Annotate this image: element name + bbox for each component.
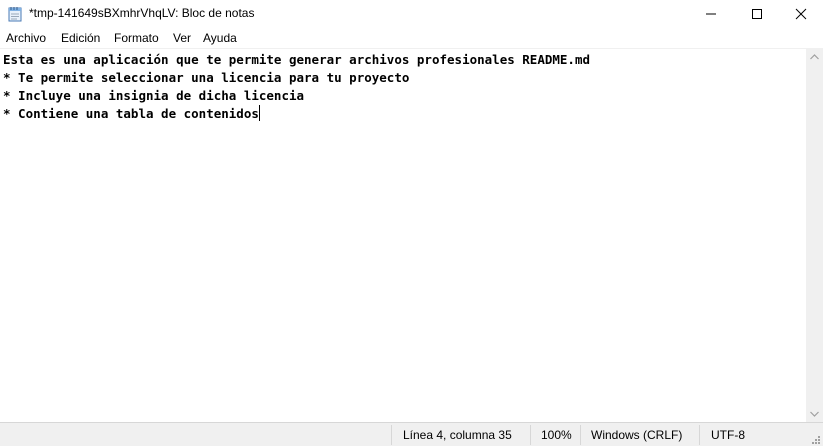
scroll-down-button[interactable]	[806, 405, 823, 422]
editor-line-text: * Contiene una tabla de contenidos	[3, 106, 259, 121]
editor-line: Esta es una aplicación que te permite ge…	[3, 52, 590, 67]
status-divider	[391, 425, 392, 445]
status-divider	[699, 425, 700, 445]
editor-line: * Te permite seleccionar una licencia pa…	[3, 70, 410, 85]
minimize-button[interactable]	[688, 0, 734, 28]
menu-formato[interactable]: Formato	[114, 31, 159, 45]
maximize-icon	[752, 9, 762, 19]
text-editor[interactable]: Esta es una aplicación que te permite ge…	[0, 48, 806, 422]
title-bar[interactable]: *tmp-141649sBXmhrVhqLV: Bloc de notas	[0, 0, 823, 28]
chevron-up-icon	[810, 53, 819, 59]
cursor-position: Línea 4, columna 35	[403, 428, 512, 442]
menu-bar: Archivo Edición Formato Ver Ayuda	[0, 29, 823, 48]
window-title: *tmp-141649sBXmhrVhqLV: Bloc de notas	[29, 6, 255, 20]
zoom-level: 100%	[541, 428, 572, 442]
editor-line: * Incluye una insignia de dicha licencia	[3, 88, 305, 103]
status-divider	[580, 425, 581, 445]
menu-ayuda[interactable]: Ayuda	[203, 31, 237, 45]
close-button[interactable]	[778, 0, 823, 28]
status-bar: Línea 4, columna 35 100% Windows (CRLF) …	[0, 422, 823, 446]
menu-edicion[interactable]: Edición	[61, 31, 100, 45]
menu-archivo[interactable]: Archivo	[6, 31, 46, 45]
chevron-down-icon	[810, 411, 819, 417]
editor-line-with-caret: * Contiene una tabla de contenidos	[3, 105, 260, 123]
text-caret	[258, 105, 260, 121]
maximize-button[interactable]	[734, 0, 780, 28]
scroll-up-button[interactable]	[806, 48, 823, 65]
resize-grip-icon[interactable]	[809, 432, 821, 444]
close-icon	[795, 8, 807, 20]
menu-ver[interactable]: Ver	[173, 31, 191, 45]
status-divider	[530, 425, 531, 445]
notepad-icon	[8, 6, 22, 22]
line-endings: Windows (CRLF)	[591, 428, 683, 442]
notepad-window: *tmp-141649sBXmhrVhqLV: Bloc de notas Ar…	[0, 0, 823, 446]
encoding: UTF-8	[711, 428, 745, 442]
vertical-scrollbar[interactable]	[806, 48, 823, 422]
minimize-icon	[706, 13, 716, 15]
